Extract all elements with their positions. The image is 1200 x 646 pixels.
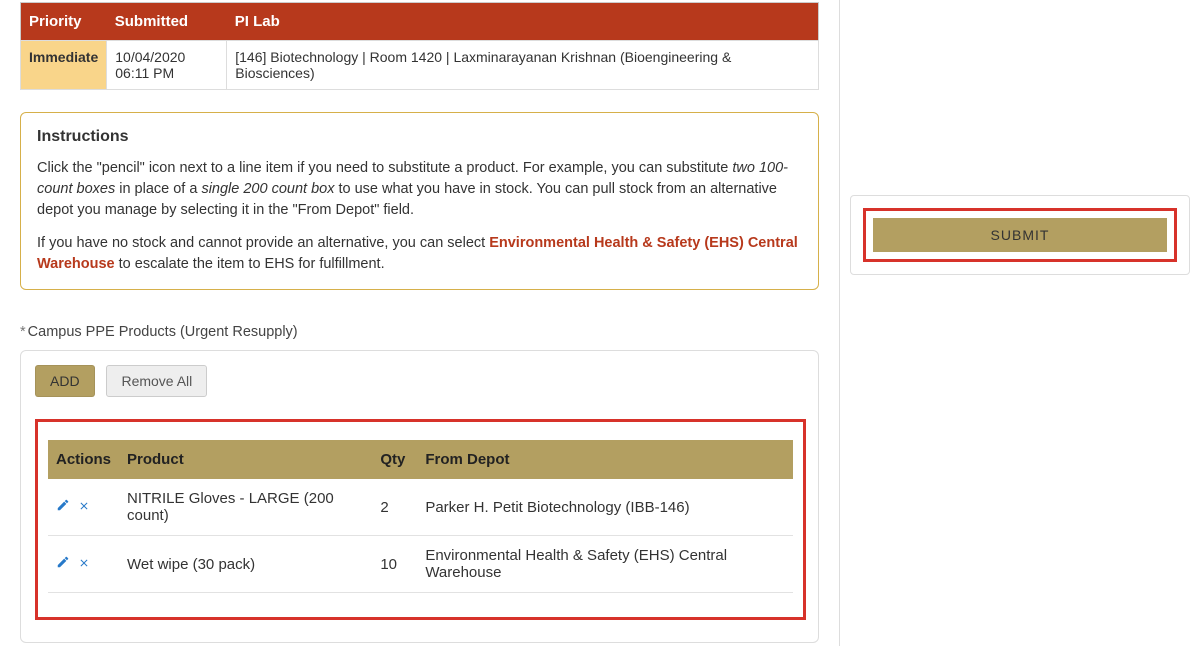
col-submitted: Submitted	[107, 3, 227, 41]
table-row: NITRILE Gloves - LARGE (200 count) 2 Par…	[48, 479, 793, 536]
close-icon[interactable]	[78, 500, 96, 512]
products-section-heading: *Campus PPE Products (Urgent Resupply)	[20, 324, 819, 340]
col-from-depot: From Depot	[417, 440, 793, 479]
pencil-icon[interactable]	[56, 555, 74, 569]
pencil-icon[interactable]	[56, 498, 74, 512]
table-row: Wet wipe (30 pack) 10 Environmental Heal…	[48, 536, 793, 593]
products-table: Actions Product Qty From Depot	[48, 440, 793, 593]
submit-highlight: SUBMIT	[863, 208, 1177, 262]
instructions-p1: Click the "pencil" icon next to a line i…	[37, 158, 802, 221]
required-star-icon: *	[20, 324, 26, 340]
col-priority: Priority	[21, 3, 107, 41]
qty-value: 10	[372, 536, 417, 593]
priority-value: Immediate	[21, 41, 107, 90]
col-pi-lab: PI Lab	[227, 3, 819, 41]
instructions-p2: If you have no stock and cannot provide …	[37, 233, 802, 275]
col-qty: Qty	[372, 440, 417, 479]
submit-panel: SUBMIT	[850, 195, 1190, 275]
products-panel: ADD Remove All Actions Product Qty From …	[20, 350, 819, 643]
qty-value: 2	[372, 479, 417, 536]
product-value: Wet wipe (30 pack)	[119, 536, 372, 593]
close-icon[interactable]	[78, 557, 96, 569]
products-highlight: Actions Product Qty From Depot	[35, 419, 806, 620]
product-value: NITRILE Gloves - LARGE (200 count)	[119, 479, 372, 536]
summary-row: Immediate 10/04/2020 06:11 PM [146] Biot…	[21, 41, 819, 90]
from-depot-value: Environmental Health & Safety (EHS) Cent…	[417, 536, 793, 593]
pi-lab-value: [146] Biotechnology | Room 1420 | Laxmin…	[227, 41, 819, 90]
instructions-heading: Instructions	[37, 125, 802, 148]
summary-table: Priority Submitted PI Lab Immediate 10/0…	[20, 2, 819, 90]
col-product: Product	[119, 440, 372, 479]
instructions-panel: Instructions Click the "pencil" icon nex…	[20, 112, 819, 290]
col-actions: Actions	[48, 440, 119, 479]
from-depot-value: Parker H. Petit Biotechnology (IBB-146)	[417, 479, 793, 536]
submit-button[interactable]: SUBMIT	[873, 218, 1167, 252]
submitted-value: 10/04/2020 06:11 PM	[107, 41, 227, 90]
remove-all-button[interactable]: Remove All	[106, 365, 207, 397]
add-button[interactable]: ADD	[35, 365, 95, 397]
